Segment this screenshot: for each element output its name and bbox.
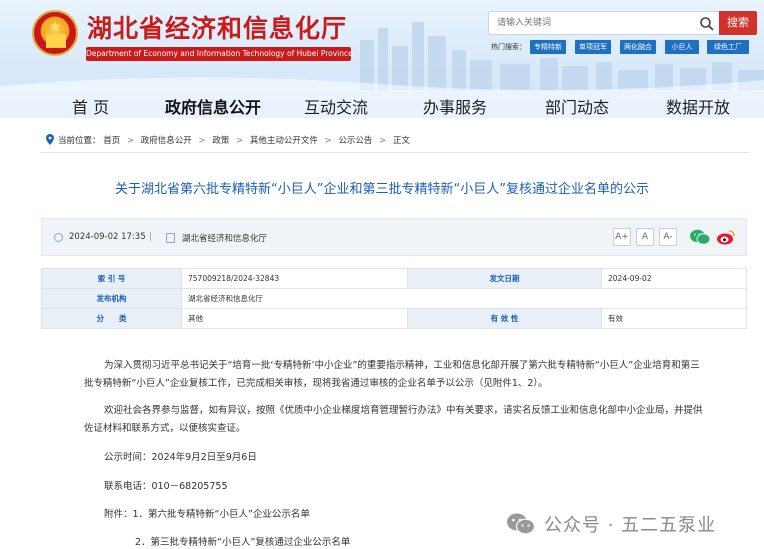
gate-icon [46,34,66,48]
wechat-share-icon[interactable] [689,228,711,246]
site-title: 湖北省经济和信息化厅 [87,14,348,43]
breadcrumb-policy[interactable]: 政策 [212,136,229,146]
breadcrumb-separator: > [198,136,206,146]
search-input[interactable] [497,15,687,31]
category-value: 其他 [181,308,408,329]
index-number-label: 索 引 号 [41,268,182,289]
breadcrumb-separator: > [324,136,332,146]
publish-datetime: 2024-09-02 17:35 [69,232,146,242]
nav-interaction[interactable]: 互动交流 [304,94,368,118]
article-meta-bar: 2024-09-02 17:35 | 湖北省经济和信息化厅 A+ A A- [41,218,747,256]
breadcrumb-label: 当前位置： [58,136,101,146]
hot-tag-lvsegongchang[interactable]: 绿色工厂 [707,40,749,54]
table-row: 分 类 其他 有 效 性 有效 [41,308,747,329]
issue-date-value: 2024-09-02 [601,268,747,289]
hot-tag-xiaojuren[interactable]: 小巨人 [665,40,699,54]
star-icon: ★ [48,19,62,35]
nav-department-news[interactable]: 部门动态 [545,94,609,118]
attachment-1-link[interactable]: 附件：1．第六批专精特新“小巨人”企业公示名单 [104,506,310,520]
attachment-2-link[interactable]: 2．第三批专精特新“小巨人”复核通过企业公示名单 [135,534,350,548]
breadcrumb-separator: > [236,136,244,146]
breadcrumb-home[interactable]: 首页 [103,136,120,146]
breadcrumb-gov-info[interactable]: 政府信息公开 [141,136,192,146]
font-size-increase-button[interactable]: A+ [613,228,631,246]
breadcrumb-current: 正文 [392,136,410,146]
nav-home[interactable]: 首 页 [72,94,109,118]
national-emblem-logo: ★ [32,10,78,56]
nav-open-data[interactable]: 数据开放 [666,94,730,118]
hot-search-label: 热门搜索： [491,43,526,51]
breadcrumb-separator: > [379,136,387,146]
breadcrumb-announcements[interactable]: 公示公告 [338,136,372,146]
search-icon[interactable] [699,16,715,32]
body-paragraph-2: 欢迎社会各界参与监督，如有异议，按照《优质中小企业梯度培育管理暂行办法》中有关要… [84,405,703,434]
nav-government-info[interactable]: 政府信息公开 [165,94,261,118]
breadcrumb-other-files[interactable]: 其他主动公开文件 [250,136,318,146]
validity-label: 有 效 性 [407,308,602,329]
contact-phone: 联系电话：010－68205755 [104,481,228,492]
nav-services[interactable]: 办事服务 [423,94,487,118]
clock-icon [54,233,63,242]
publicity-period: 公示时间：2024年9月2日至9月6日 [104,452,257,463]
search-box [488,11,720,35]
hot-tag-zhuanjingtexin[interactable]: 专精特新 [530,40,566,54]
document-info-table: 索 引 号 757009218/2024-32843 发文日期 2024-09-… [41,268,747,329]
issue-date-label: 发文日期 [407,268,602,289]
category-label: 分 类 [41,308,182,329]
breadcrumb-separator: > [126,136,135,146]
meta-divider: | [149,232,152,242]
article-title: 关于湖北省第六批专精特新“小巨人”企业和第三批专精特新“小巨人”复核通过企业名单… [115,182,649,197]
font-size-decrease-button[interactable]: A- [659,228,677,246]
publish-source: 湖北省经济和信息化厅 [182,234,268,244]
site-subtitle: Department of Economy and Information Te… [86,47,353,61]
table-row: 索 引 号 757009218/2024-32843 发文日期 2024-09-… [41,268,747,289]
font-size-default-button[interactable]: A [636,228,654,246]
weibo-share-icon[interactable] [716,228,736,246]
location-pin-icon [46,134,54,145]
wechat-icon [507,513,536,535]
breadcrumb: 当前位置： 首页 > 政府信息公开 > 政策 > 其他主动公开文件 > 公示公告… [40,130,750,150]
hot-tag-lianghuaronghe[interactable]: 两化融合 [620,40,656,54]
body-paragraph-1: 为深入贯彻习近平总书记关于“培育一批‘专精特新’中小企业”的重要指示精神，工业和… [84,360,700,389]
breadcrumb-divider [40,152,750,153]
watermark-text: 公众号 · 五二五泵业 [544,515,717,536]
index-number-value: 757009218/2024-32843 [181,268,408,289]
issuer-label: 发布机构 [41,288,182,309]
issuer-value: 湖北省经济和信息化厅 [181,288,747,309]
hot-tag-danxiangguanjun[interactable]: 单项冠军 [575,40,611,54]
table-row: 发布机构 湖北省经济和信息化厅 [41,288,747,309]
validity-value: 有效 [601,308,747,329]
source-icon [166,233,175,243]
search-button[interactable]: 搜索 [719,11,757,35]
